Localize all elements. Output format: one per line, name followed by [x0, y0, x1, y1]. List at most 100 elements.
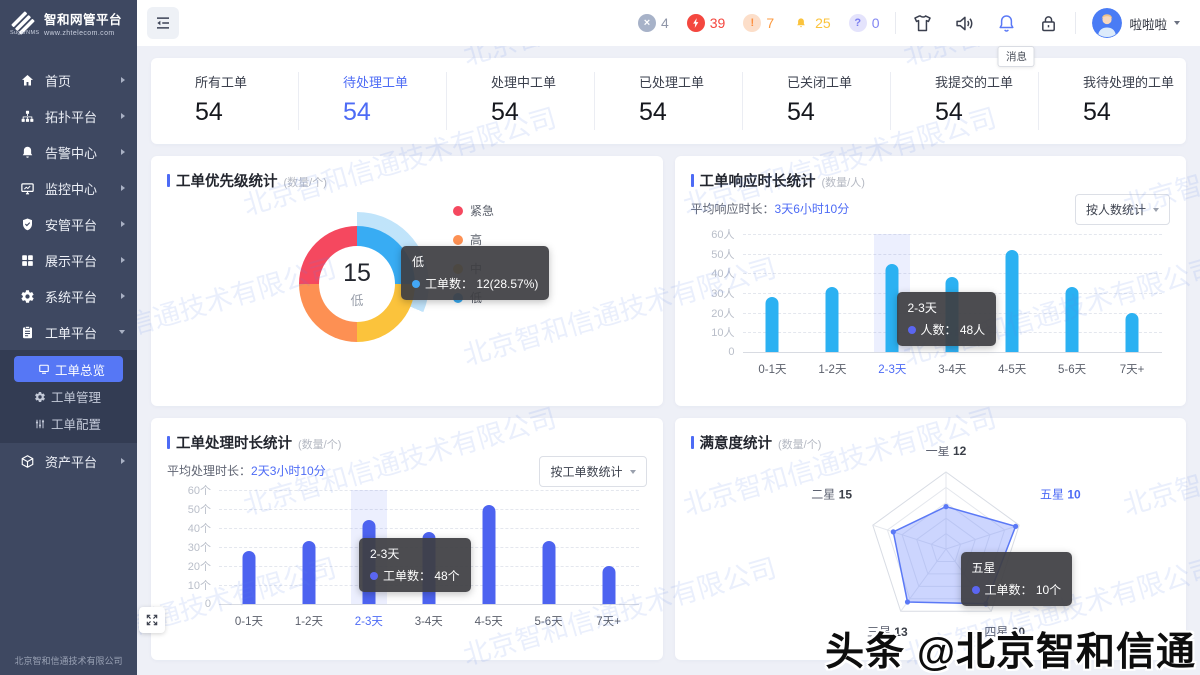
stat-value: 54	[343, 98, 446, 127]
legend-item-紧急[interactable]: 紧急	[453, 202, 494, 219]
stat-待处理工单[interactable]: 待处理工单54	[299, 72, 447, 130]
panel-ticket-priority: 工单优先级统计 (数量/个) 15 低 紧急高中低 低工单数： 12(28.57…	[151, 156, 663, 406]
bar-4-5天[interactable]	[1006, 250, 1019, 352]
sidebar-item-home[interactable]: 首页	[0, 62, 137, 98]
sidebar-subitem-ticket-config[interactable]: 工单配置	[0, 410, 137, 437]
panel-response-duration: 工单响应时长统计 (数量/人) 平均响应时长：3天6小时10分 按人数统计 01…	[675, 156, 1187, 406]
user-name: 啦啦啦	[1129, 14, 1167, 33]
badge-close[interactable]: ×4	[638, 14, 669, 32]
toolbar-icons: 消息	[912, 13, 1059, 34]
panel-process-duration: 工单处理时长统计 (数量/个) 平均处理时长：2天3小时10分 按工单数统计 0…	[151, 418, 663, 660]
sidebar-item-asset[interactable]: 资产平台	[0, 443, 137, 479]
y-tick-label: 60个	[167, 482, 211, 498]
sidebar-item-security[interactable]: 安管平台	[0, 206, 137, 242]
y-tick-label: 60人	[691, 226, 735, 242]
app-logo[interactable]: SugarNMS 智和网管平台 www.zhtelecom.com	[0, 0, 137, 46]
divider	[1075, 12, 1076, 34]
sidebar-item-label: 系统平台	[45, 287, 121, 306]
tooltip-value: 工单数： 48个	[383, 567, 460, 584]
x-label: 4-5天	[475, 613, 503, 629]
stat-我待处理的工单[interactable]: 我待处理的工单54	[1039, 72, 1186, 130]
sidebar-item-label: 工单平台	[45, 323, 119, 342]
stat-所有工单[interactable]: 所有工单54	[151, 72, 299, 130]
bar-0-1天[interactable]	[766, 297, 779, 352]
lock-icon[interactable]	[1038, 13, 1059, 34]
grid-line	[743, 352, 1163, 353]
chart-tooltip: 五星工单数： 10个	[961, 552, 1073, 606]
sidebar-item-system[interactable]: 系统平台	[0, 278, 137, 314]
skin-icon[interactable]	[912, 13, 933, 34]
y-tick-label: 30个	[167, 539, 211, 555]
stat-mode-dropdown[interactable]: 按人数统计	[1075, 194, 1170, 225]
x-label: 4-5天	[998, 361, 1026, 377]
radar-data-point[interactable]	[890, 529, 895, 534]
sidebar-collapse-button[interactable]	[147, 7, 179, 39]
stat-我提交的工单[interactable]: 我提交的工单54	[891, 72, 1039, 130]
y-tick-label: 20人	[691, 305, 735, 321]
clipboard-icon	[20, 325, 35, 340]
badge-notice[interactable]: 25	[792, 14, 831, 32]
sidebar-item-monitor[interactable]: 监控中心	[0, 170, 137, 206]
legend-dot-icon	[453, 206, 463, 216]
announce-icon[interactable]	[954, 13, 975, 34]
panel-title: 满意度统计	[700, 432, 773, 453]
badge-question[interactable]: ?0	[849, 14, 880, 32]
shield-icon	[20, 217, 35, 232]
chevron-right-icon	[121, 257, 125, 263]
radar-data-point[interactable]	[1013, 524, 1018, 529]
stat-label: 我待处理的工单	[1083, 72, 1186, 91]
message-tooltip: 消息	[998, 46, 1035, 67]
badge-warning[interactable]: !7	[743, 14, 774, 32]
chevron-right-icon	[121, 293, 125, 299]
chevron-right-icon	[121, 221, 125, 227]
bell-icon	[20, 145, 35, 160]
stat-value: 54	[491, 98, 594, 127]
chevron-right-icon	[121, 113, 125, 119]
radar-data-point[interactable]	[943, 504, 948, 509]
y-tick-label: 0	[691, 346, 735, 358]
stat-已关闭工单[interactable]: 已关闭工单54	[743, 72, 891, 130]
x-label: 5-6天	[1058, 361, 1086, 377]
stat-处理中工单[interactable]: 处理中工单54	[447, 72, 595, 130]
bar-1-2天[interactable]	[302, 541, 315, 604]
bar-5-6天[interactable]	[542, 541, 555, 604]
radar-data-point[interactable]	[904, 599, 909, 604]
sidebar-item-display[interactable]: 展示平台	[0, 242, 137, 278]
bar-7天+[interactable]	[1126, 313, 1139, 352]
sidebar-item-label: 安管平台	[45, 215, 121, 234]
divider	[895, 12, 896, 34]
user-menu[interactable]: 啦啦啦	[1092, 8, 1180, 38]
sidebar-subitem-label: 工单配置	[51, 414, 101, 433]
bar-5-6天[interactable]	[1066, 287, 1079, 352]
sidebar-item-topology[interactable]: 拓扑平台	[0, 98, 137, 134]
bar-1-2天[interactable]	[826, 287, 839, 352]
series-dot-icon	[370, 572, 378, 580]
legend-dot-icon	[453, 235, 463, 245]
radar-axis-label: 二星 15	[811, 487, 852, 501]
sidebar-subitem-ticket-manage[interactable]: 工单管理	[0, 383, 137, 410]
sidebar-item-label: 展示平台	[45, 251, 121, 270]
close-icon: ×	[638, 14, 656, 32]
chevron-down-icon	[1174, 21, 1180, 25]
tooltip-title: 2-3天	[908, 299, 986, 316]
panel-title: 工单处理时长统计	[176, 432, 292, 453]
sidebar-subitem-ticket-overview[interactable]: 工单总览	[14, 356, 123, 382]
chart-tooltip: 2-3天人数： 48人	[897, 292, 997, 346]
bar-4-5天[interactable]	[482, 505, 495, 604]
chevron-down-icon	[1153, 208, 1159, 212]
accent-bar	[691, 174, 694, 187]
stat-mode-dropdown[interactable]: 按工单数统计	[539, 456, 646, 487]
badge-urgent[interactable]: 39	[687, 14, 726, 32]
message-icon[interactable]	[996, 13, 1017, 34]
bar-7天+[interactable]	[602, 566, 615, 604]
bar-0-1天[interactable]	[242, 551, 255, 604]
stat-已处理工单[interactable]: 已处理工单54	[595, 72, 743, 130]
ticket-stats-card: 所有工单54待处理工单54处理中工单54已处理工单54已关闭工单54我提交的工单…	[151, 58, 1186, 144]
sidebar-item-ticket[interactable]: 工单平台	[0, 314, 137, 350]
fullscreen-expand-button[interactable]	[139, 607, 165, 633]
y-tick-label: 20个	[167, 558, 211, 574]
donut-center: 15 低	[319, 246, 395, 322]
chevron-right-icon	[121, 458, 125, 464]
y-tick-label: 10人	[691, 324, 735, 340]
sidebar-item-alarm[interactable]: 告警中心	[0, 134, 137, 170]
